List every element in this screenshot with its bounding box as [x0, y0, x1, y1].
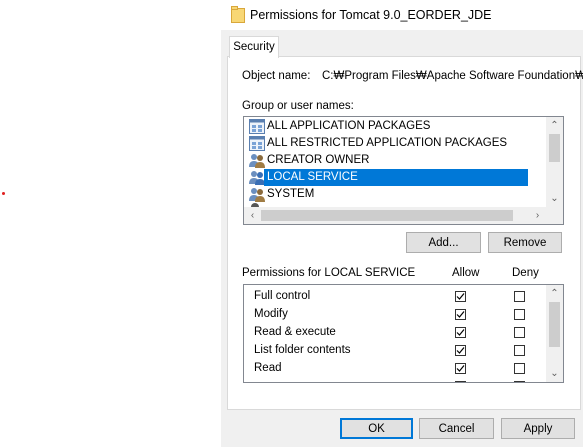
scroll-left-icon[interactable]: ‹	[244, 207, 261, 224]
ok-button[interactable]: OK	[340, 418, 413, 439]
list-item[interactable]: CREATOR OWNER	[249, 152, 543, 169]
checkmark-icon	[456, 293, 465, 300]
scroll-right-icon[interactable]: ›	[529, 207, 546, 224]
scroll-down-icon[interactable]: ⌄	[546, 365, 563, 382]
permissions-dialog: Permissions for Tomcat 9.0_EORDER_JDE Se…	[221, 0, 583, 447]
checkmark-icon	[456, 311, 465, 318]
users-icon	[249, 154, 265, 168]
list-item-label: ALL RESTRICTED APPLICATION PACKAGES	[267, 137, 508, 149]
list-item[interactable]: ALL RESTRICTED APPLICATION PACKAGES	[249, 135, 543, 152]
object-name-label: Object name:	[242, 70, 311, 82]
window-title: Permissions for Tomcat 9.0_EORDER_JDE	[250, 8, 492, 22]
group-list-vscrollbar[interactable]: ⌃ ⌄	[546, 117, 563, 207]
deny-header: Deny	[512, 267, 539, 279]
list-item[interactable]: SYSTEM	[249, 186, 543, 203]
checkmark-icon	[456, 365, 465, 372]
permission-name: List folder contents	[254, 344, 351, 356]
tab-security[interactable]: Security	[229, 36, 279, 58]
permission-name: Full control	[254, 290, 311, 302]
allow-checkbox[interactable]	[455, 309, 466, 320]
permission-row: List folder contents	[244, 342, 544, 360]
scroll-corner	[546, 207, 563, 224]
allow-header: Allow	[452, 267, 480, 279]
permission-row: Full control	[244, 288, 544, 306]
permission-name: Read & execute	[254, 326, 336, 338]
list-item-label: ALL APPLICATION PACKAGES	[267, 120, 431, 132]
scroll-up-icon[interactable]: ⌃	[546, 285, 563, 302]
list-item-label: SYSTEM	[267, 188, 315, 200]
permission-row: Modify	[244, 306, 544, 324]
group-user-listbox[interactable]: ALL APPLICATION PACKAGES ALL RESTRICTED …	[243, 116, 564, 225]
deny-checkbox[interactable]	[514, 291, 525, 302]
checkmark-icon	[456, 347, 465, 354]
scroll-thumb[interactable]	[549, 134, 560, 162]
scroll-down-icon[interactable]: ⌄	[546, 190, 563, 207]
object-name-value: C:₩Program Files₩Apache Software Foundat…	[322, 70, 583, 82]
allow-checkbox[interactable]	[455, 327, 466, 338]
folder-icon	[231, 6, 245, 23]
add-button[interactable]: Add...	[406, 232, 481, 253]
scroll-thumb[interactable]	[261, 210, 513, 221]
list-item-selected[interactable]: LOCAL SERVICE	[249, 169, 543, 186]
allow-checkbox[interactable]	[455, 291, 466, 302]
apply-button[interactable]: Apply	[501, 418, 575, 439]
group-list-hscrollbar[interactable]: ‹ ›	[244, 207, 546, 224]
permission-name: Modify	[254, 308, 288, 320]
security-panel: Object name: C:₩Program Files₩Apache Sof…	[227, 56, 583, 410]
deny-checkbox[interactable]	[514, 345, 525, 356]
deny-checkbox[interactable]	[514, 309, 525, 320]
users-icon	[249, 188, 265, 202]
list-item-label: LOCAL SERVICE	[264, 169, 528, 186]
red-dot-marker	[2, 192, 5, 195]
permission-row: Read	[244, 360, 544, 378]
list-item-label: CREATOR OWNER	[267, 154, 370, 166]
allow-checkbox[interactable]	[455, 381, 466, 382]
permissions-vscrollbar[interactable]: ⌃ ⌄	[546, 285, 563, 382]
permission-row-partial	[244, 378, 544, 382]
permission-name: Read	[254, 362, 282, 374]
app-package-icon	[249, 136, 265, 151]
users-icon	[249, 171, 265, 185]
group-list-label: Group or user names:	[242, 100, 354, 112]
title-bar: Permissions for Tomcat 9.0_EORDER_JDE	[221, 0, 583, 30]
deny-checkbox[interactable]	[514, 363, 525, 374]
scroll-thumb[interactable]	[549, 302, 560, 347]
checkmark-icon	[456, 329, 465, 336]
permissions-label: Permissions for LOCAL SERVICE	[242, 267, 416, 279]
deny-checkbox[interactable]	[514, 381, 525, 382]
cancel-button[interactable]: Cancel	[419, 418, 494, 439]
deny-checkbox[interactable]	[514, 327, 525, 338]
allow-checkbox[interactable]	[455, 363, 466, 374]
list-item[interactable]: ALL APPLICATION PACKAGES	[249, 118, 543, 135]
scroll-up-icon[interactable]: ⌃	[546, 117, 563, 134]
app-package-icon	[249, 119, 265, 134]
permission-row: Read & execute	[244, 324, 544, 342]
remove-button[interactable]: Remove	[488, 232, 562, 253]
allow-checkbox[interactable]	[455, 345, 466, 356]
permissions-list: Full control Modify Read & execute List …	[243, 284, 564, 383]
